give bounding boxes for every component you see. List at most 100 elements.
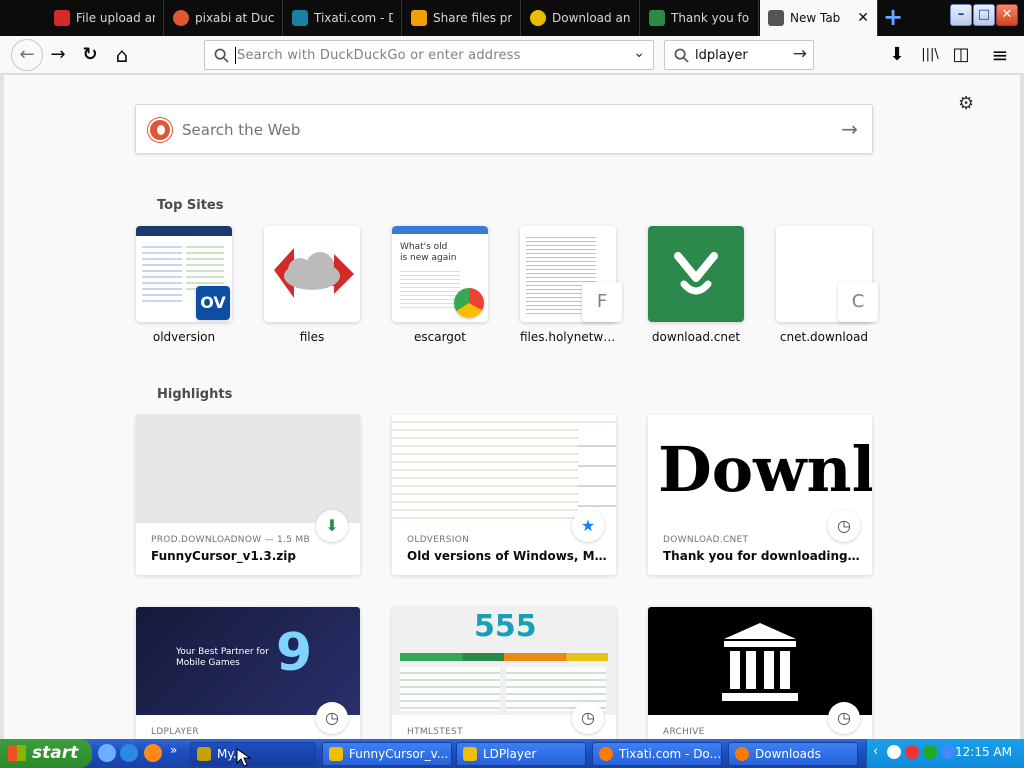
firefox-icon bbox=[599, 747, 613, 761]
web-search-box[interactable]: Search the Web → bbox=[135, 104, 873, 154]
tab-new-tab[interactable]: New Tab ✕ bbox=[760, 0, 878, 36]
cloud-arrows-icon bbox=[274, 248, 354, 298]
highlight-card[interactable]: ★ OLDVERSION Old versions of Windows, Ma… bbox=[392, 415, 616, 575]
site-thumbnail bbox=[648, 226, 744, 322]
site-badge: C bbox=[838, 282, 878, 322]
arrow-right-icon[interactable]: → bbox=[841, 117, 858, 141]
taskbar-button-label: Tixati.com - Do... bbox=[619, 747, 722, 761]
close-window-button[interactable]: ✕ bbox=[996, 4, 1018, 26]
tray-app-icon[interactable] bbox=[923, 745, 937, 759]
tab-favicon bbox=[768, 10, 784, 26]
sidebar-button[interactable]: ◫ bbox=[947, 41, 975, 69]
top-site-download-cnet[interactable]: download.cnet bbox=[648, 226, 744, 344]
clock: 12:15 AM bbox=[955, 745, 1012, 759]
search-bar[interactable]: ldplayer → bbox=[664, 40, 814, 70]
back-button[interactable]: ← bbox=[11, 39, 43, 71]
browser-logo-icon bbox=[454, 288, 484, 318]
maximize-button[interactable]: □ bbox=[973, 4, 995, 26]
site-badge: F bbox=[582, 282, 622, 322]
tab-share-files[interactable]: Share files priv bbox=[403, 0, 521, 36]
card-image: 555 bbox=[392, 607, 616, 715]
tray-expand-icon[interactable]: ‹ bbox=[873, 744, 878, 759]
home-button[interactable]: ⌂ bbox=[108, 41, 136, 69]
system-tray: ‹ 12:15 AM bbox=[866, 739, 1024, 768]
reload-button[interactable]: ↻ bbox=[76, 41, 104, 69]
scrollbar[interactable] bbox=[1020, 75, 1024, 739]
firefox-icon[interactable] bbox=[144, 744, 162, 762]
card-source: HTML5TEST bbox=[407, 727, 463, 737]
card-title: Thank you for downloading Funn... bbox=[663, 549, 863, 563]
gear-icon[interactable]: ⚙ bbox=[958, 93, 974, 114]
top-site-label: oldversion bbox=[152, 330, 216, 344]
address-bar[interactable]: Search with DuckDuckGo or enter address … bbox=[204, 40, 654, 70]
tab-title: Share files priv bbox=[433, 11, 512, 25]
taskbar-button-label: Downloads bbox=[755, 747, 821, 761]
top-site-label: download.cnet bbox=[651, 330, 741, 344]
firefox-icon bbox=[735, 747, 749, 761]
security-icon[interactable] bbox=[905, 745, 919, 759]
card-image bbox=[648, 607, 872, 715]
volume-icon[interactable] bbox=[941, 745, 955, 759]
highlight-card[interactable]: ⬇ PROD.DOWNLOADNOW — 1.5 MB FunnyCursor_… bbox=[136, 415, 360, 575]
taskbar-button-downloads[interactable]: Downloads bbox=[728, 742, 858, 766]
desktop-quicklaunch-icon[interactable] bbox=[98, 744, 116, 762]
windows-logo-icon bbox=[8, 745, 26, 761]
tab-file-upload[interactable]: File upload an bbox=[46, 0, 164, 36]
tab-favicon bbox=[54, 10, 70, 26]
history-clock-icon: ◷ bbox=[572, 702, 604, 734]
start-label: start bbox=[32, 743, 79, 763]
minimize-button[interactable]: – bbox=[950, 4, 972, 26]
chevron-down-icon[interactable]: ⌄ bbox=[633, 45, 645, 61]
top-site-label: cnet.download bbox=[779, 330, 869, 344]
top-site-escargot[interactable]: What's old is new again escargot bbox=[392, 226, 488, 344]
search-go-icon[interactable]: → bbox=[793, 44, 807, 64]
duckduckgo-logo-icon bbox=[148, 118, 172, 142]
quicklaunch-overflow-icon[interactable]: » bbox=[170, 743, 177, 757]
top-site-holynetwork[interactable]: F files.holynetwor... bbox=[520, 226, 622, 344]
search-bar-value: ldplayer bbox=[695, 48, 748, 63]
card-image-text: Downl bbox=[658, 433, 872, 506]
tab-thank-you[interactable]: Thank you for bbox=[641, 0, 759, 36]
forward-button[interactable]: → bbox=[44, 41, 72, 69]
search-icon bbox=[674, 48, 689, 63]
top-site-cnet-download[interactable]: C cnet.download bbox=[776, 226, 878, 344]
history-clock-icon: ◷ bbox=[828, 510, 860, 542]
windows-taskbar: start » My... FunnyCursor_v... LDPlayer … bbox=[0, 739, 1024, 768]
top-site-oldversion[interactable]: OV oldversion bbox=[136, 226, 232, 344]
menu-button[interactable]: ≡ bbox=[986, 41, 1014, 69]
search-icon bbox=[214, 48, 229, 63]
taskbar-button-label: LDPlayer bbox=[483, 747, 537, 761]
start-button[interactable]: start bbox=[0, 739, 92, 768]
card-source: LDPLAYER bbox=[151, 727, 199, 737]
tab-title: pixabi at Duck bbox=[195, 11, 274, 25]
folder-icon bbox=[197, 747, 211, 761]
taskbar-button-ldplayer[interactable]: LDPlayer bbox=[456, 742, 586, 766]
top-site-files[interactable]: files bbox=[264, 226, 360, 344]
card-image bbox=[136, 415, 360, 523]
internet-explorer-icon[interactable] bbox=[120, 744, 138, 762]
history-clock-icon: ◷ bbox=[828, 702, 860, 734]
card-image-text: 555 bbox=[474, 609, 537, 644]
mouse-cursor-icon bbox=[236, 748, 252, 767]
library-button[interactable]: |||\ bbox=[916, 41, 944, 69]
navigation-toolbar: ← → ↻ ⌂ Search with DuckDuckGo or enter … bbox=[0, 36, 1024, 74]
downloads-button[interactable]: ⬇ bbox=[883, 41, 911, 69]
card-image bbox=[392, 415, 616, 523]
taskbar-button-tixati[interactable]: Tixati.com - Do... bbox=[592, 742, 722, 766]
highlight-card[interactable]: Downl ◷ DOWNLOAD.CNET Thank you for down… bbox=[648, 415, 872, 575]
tab-duckduckgo[interactable]: pixabi at Duck bbox=[165, 0, 283, 36]
folder-icon bbox=[463, 747, 477, 761]
network-icon[interactable] bbox=[887, 745, 901, 759]
card-source: PROD.DOWNLOADNOW — 1.5 MB bbox=[151, 535, 310, 545]
tab-favicon bbox=[530, 10, 546, 26]
card-source: DOWNLOAD.CNET bbox=[663, 535, 749, 545]
taskbar-button-label: FunnyCursor_v... bbox=[349, 747, 449, 761]
site-thumbnail: What's old is new again bbox=[392, 226, 488, 322]
new-tab-button[interactable]: + bbox=[880, 5, 906, 30]
close-tab-icon[interactable]: ✕ bbox=[851, 10, 869, 26]
taskbar-button-funnycursor[interactable]: FunnyCursor_v... bbox=[322, 742, 452, 766]
tab-tixati[interactable]: Tixati.com - D bbox=[284, 0, 402, 36]
tab-favicon bbox=[173, 10, 189, 26]
tab-title: Download and bbox=[552, 11, 631, 25]
tab-download[interactable]: Download and bbox=[522, 0, 640, 36]
